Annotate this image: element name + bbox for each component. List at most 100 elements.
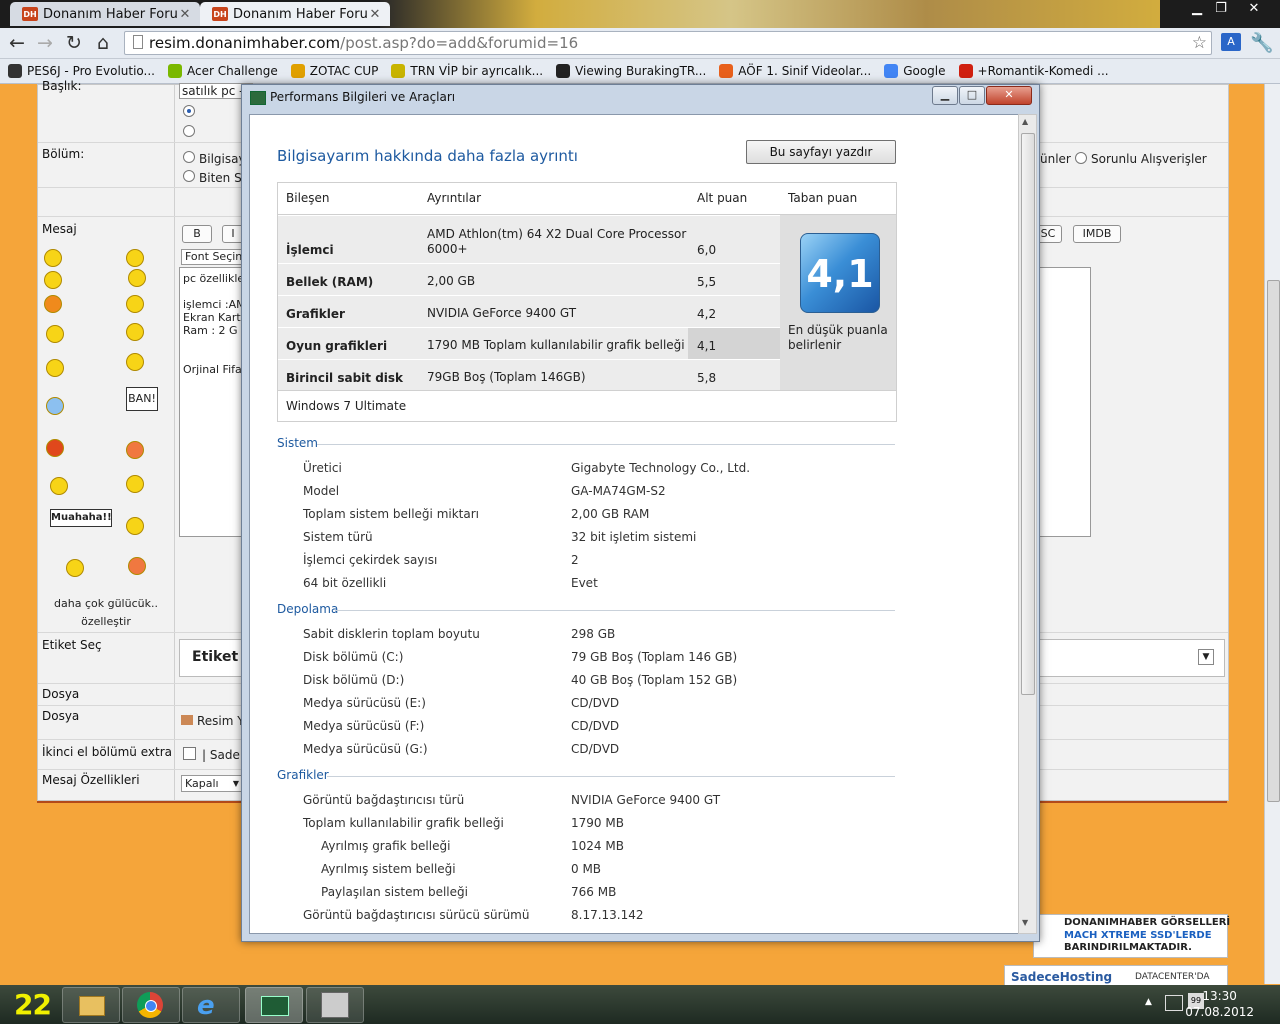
dialog-close-icon[interactable]: ✕ (986, 86, 1032, 105)
ban-sign-icon[interactable]: BAN! (126, 387, 158, 411)
smiley-icon[interactable] (128, 557, 146, 575)
internet-explorer-icon: e (197, 991, 215, 1021)
tab-close-icon[interactable]: ✕ (368, 7, 382, 22)
bookmark-item[interactable]: AÖF 1. Sinif Videolar... (719, 64, 871, 78)
back-icon[interactable]: ← (5, 31, 29, 55)
second-hand-checkbox[interactable] (183, 747, 196, 760)
ad-banner[interactable]: DONANIMHABER GÖRSELLERİ MACH XTREME SSD'… (1033, 914, 1230, 958)
bookmark-item[interactable]: Acer Challenge (168, 64, 278, 78)
smiley-icon[interactable] (126, 475, 144, 493)
smiley-icon[interactable] (44, 271, 62, 289)
wrench-icon[interactable]: 🔧 (1250, 31, 1274, 55)
detail-value: CD/DVD (571, 742, 620, 756)
detail-label: Model (303, 484, 340, 498)
tab-close-icon[interactable]: ✕ (178, 7, 192, 22)
icon-radio[interactable] (183, 105, 195, 117)
explorer-taskbar-button[interactable] (62, 987, 120, 1023)
detail-label: Görüntü bağdaştırıcısı sürücü sürümü (303, 908, 530, 922)
smiley-icon[interactable] (126, 323, 144, 341)
bookmark-item[interactable]: TRN VİP bir ayrıcalık... (391, 64, 543, 78)
smiley-icon[interactable] (126, 295, 144, 313)
section-option: ünler (1040, 152, 1071, 166)
detail-label: Toplam kullanılabilir grafik belleği (303, 816, 504, 830)
smiley-icon[interactable] (46, 359, 64, 377)
performance-taskbar-button[interactable] (245, 987, 303, 1023)
section-radio[interactable] (183, 170, 195, 182)
browser-tab-1[interactable]: DH Donanım Haber Forum ✕ (10, 2, 200, 26)
dialog-minimize-icon[interactable]: ▁ (932, 86, 958, 105)
address-bar[interactable]: resim.donanimhaber.com/post.asp?do=add&f… (124, 31, 1212, 55)
detail-value: 8.17.13.142 (571, 908, 644, 922)
chevron-down-icon[interactable]: ▼ (1198, 649, 1214, 665)
network-icon[interactable] (1165, 995, 1183, 1011)
scroll-up-icon[interactable]: ▲ (1022, 117, 1028, 126)
tray-arrow-icon[interactable]: ▲ (1145, 997, 1152, 1007)
smiley-icon[interactable] (50, 477, 68, 495)
detail-label: Medya sürücüsü (F:) (303, 719, 425, 733)
imdb-button[interactable]: IMDB (1073, 225, 1121, 243)
ie-taskbar-button[interactable]: e (182, 987, 240, 1023)
reload-icon[interactable]: ↻ (62, 31, 86, 55)
smiley-icon[interactable] (66, 559, 84, 577)
bookmark-item[interactable]: ZOTAC CUP (290, 64, 378, 78)
print-page-button[interactable]: Bu sayfayı yazdır (746, 140, 896, 164)
dialog-scrollbar[interactable]: ▲ ▼ (1018, 114, 1037, 934)
restore-icon[interactable]: ❐ (1207, 0, 1235, 18)
app-taskbar-button[interactable] (306, 987, 364, 1023)
smiley-icon[interactable] (128, 269, 146, 287)
dh-favicon-icon: DH (22, 7, 38, 21)
title-label: Başlık: (42, 79, 82, 93)
smiley-icon[interactable] (126, 249, 144, 267)
section-radio[interactable] (183, 151, 195, 163)
smiley-icon[interactable] (126, 441, 144, 459)
home-icon[interactable]: ⌂ (91, 31, 115, 55)
image-upload-link[interactable]: Resim Y (181, 714, 245, 728)
bookmark-item[interactable]: Google (884, 64, 946, 78)
forward-icon[interactable]: → (33, 31, 57, 55)
smiley-icon[interactable] (46, 439, 64, 457)
detail-value: GA-MA74GM-S2 (571, 484, 666, 498)
star-icon[interactable]: ☆ (1192, 32, 1207, 54)
smiley-icon[interactable] (46, 397, 64, 415)
bold-button[interactable]: B (182, 225, 212, 243)
base-score-panel: 4,1 En düşük puanla belirlenir (780, 215, 896, 390)
smiley-icon[interactable] (126, 353, 144, 371)
smiley-icon[interactable] (46, 325, 64, 343)
more-smileys-link[interactable]: daha çok gülücük.. (38, 597, 174, 610)
wei-details: AMD Athlon(tm) 64 X2 Dual Core Processor… (427, 227, 687, 256)
muahaha-sign-icon[interactable]: Muahaha!! (50, 509, 112, 527)
message-options-select[interactable]: Kapalı ▼ (181, 775, 242, 792)
tab-strip: DH Donanım Haber Forum ✕ DH Donanım Habe… (0, 0, 1280, 28)
dialog-content: Bilgisayarım hakkında daha fazla ayrıntı… (249, 114, 1019, 934)
clock[interactable]: 13:30 07.08.2012 (1185, 988, 1254, 1020)
section-option: Sorunlu Alışverişler (1091, 152, 1207, 166)
chevron-down-icon: ▼ (232, 779, 239, 788)
smiley-icon[interactable] (44, 249, 62, 267)
detail-label: Toplam sistem belleği miktarı (303, 507, 479, 521)
tag-select-label: Etiket (192, 649, 239, 665)
smiley-icon[interactable] (44, 295, 62, 313)
detail-value: 1024 MB (571, 839, 624, 853)
smiley-icon[interactable] (126, 517, 144, 535)
bookmark-item[interactable]: Viewing BurakingTR... (556, 64, 706, 78)
font-select[interactable]: Font Seçin (181, 249, 246, 265)
dialog-scrollbar-thumb[interactable] (1021, 133, 1035, 695)
chrome-taskbar-button[interactable] (122, 987, 180, 1023)
bookmark-item[interactable]: PES6J - Pro Evolutio... (8, 64, 155, 78)
wei-row: Birincil sabit disk 79GB Boş (Toplam 146G… (278, 359, 780, 391)
hosting-ad[interactable]: SadeceHosting DATACENTER'DA (1004, 965, 1228, 987)
detail-label: İşlemci çekirdek sayısı (303, 553, 438, 567)
translate-extension-icon[interactable]: A (1221, 33, 1241, 51)
close-icon[interactable]: ✕ (1240, 0, 1268, 18)
page-scrollbar-thumb[interactable] (1267, 280, 1280, 802)
chrome-icon (137, 992, 163, 1018)
page-scrollbar[interactable] (1264, 84, 1280, 984)
dialog-maximize-icon[interactable]: □ (959, 86, 985, 105)
icon-radio[interactable] (183, 125, 195, 137)
section-radio[interactable] (1075, 152, 1087, 164)
hosting-ad-tag: DATACENTER'DA (1135, 972, 1210, 982)
bookmark-item[interactable]: +Romantik-Komedi ... (958, 64, 1109, 78)
customize-link[interactable]: özelleştir (38, 615, 174, 628)
scroll-down-icon[interactable]: ▼ (1022, 918, 1028, 927)
browser-tab-2[interactable]: DH Donanım Haber Forum ✕ (200, 2, 390, 26)
